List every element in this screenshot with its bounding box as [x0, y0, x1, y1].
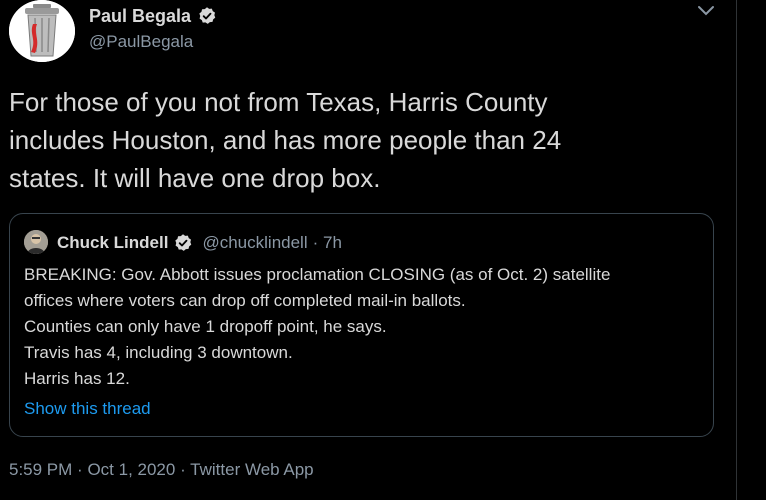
meta-separator: · [180, 460, 186, 479]
quoted-author-name: Chuck Lindell [57, 233, 169, 252]
author-name[interactable]: Paul Begala [89, 6, 191, 27]
author-avatar[interactable] [9, 0, 75, 62]
quoted-text-line: Counties can only have 1 dropoff point, … [24, 317, 387, 336]
tweet-source[interactable]: Twitter Web App [190, 460, 313, 479]
tweet-text: For those of you not from Texas, Harris … [9, 83, 709, 197]
quoted-header: Chuck Lindell @chucklindell · 7h [57, 230, 342, 256]
person-avatar-icon [24, 230, 48, 254]
quoted-text-line: offices where voters can drop off comple… [24, 291, 466, 310]
trash-can-avatar-icon [9, 0, 75, 62]
verified-badge-icon [175, 234, 192, 251]
quoted-text-line: Travis has 4, including 3 downtown. [24, 343, 293, 362]
author-handle[interactable]: @PaulBegala [89, 32, 217, 52]
chevron-down-icon[interactable] [697, 5, 715, 17]
quoted-timestamp: · 7h [312, 233, 342, 252]
quoted-text-line: Harris has 12. [24, 369, 130, 388]
tweet-text-line: For those of you not from Texas, Harris … [9, 87, 548, 117]
show-thread-link[interactable]: Show this thread [24, 399, 151, 419]
quoted-author-avatar [24, 230, 48, 254]
verified-badge-icon [199, 7, 216, 24]
tweet-date[interactable]: Oct 1, 2020 [87, 460, 175, 479]
quoted-author-handle: @chucklindell [202, 233, 308, 252]
meta-separator: · [77, 460, 83, 479]
tweet-time[interactable]: 5:59 PM [9, 460, 72, 479]
tweet-text-line: states. It will have one drop box. [9, 163, 381, 193]
tweet-author: Paul Begala @PaulBegala [89, 4, 217, 52]
quoted-tweet-card[interactable]: Chuck Lindell @chucklindell · 7h BREAKIN… [9, 213, 714, 437]
tweet-text-line: includes Houston, and has more people th… [9, 125, 562, 155]
tweet-metadata: 5:59 PM · Oct 1, 2020 · Twitter Web App [9, 460, 314, 480]
quoted-tweet-text: BREAKING: Gov. Abbott issues proclamatio… [24, 262, 704, 392]
quoted-text-line: BREAKING: Gov. Abbott issues proclamatio… [24, 265, 611, 284]
timeline-divider [736, 0, 737, 500]
